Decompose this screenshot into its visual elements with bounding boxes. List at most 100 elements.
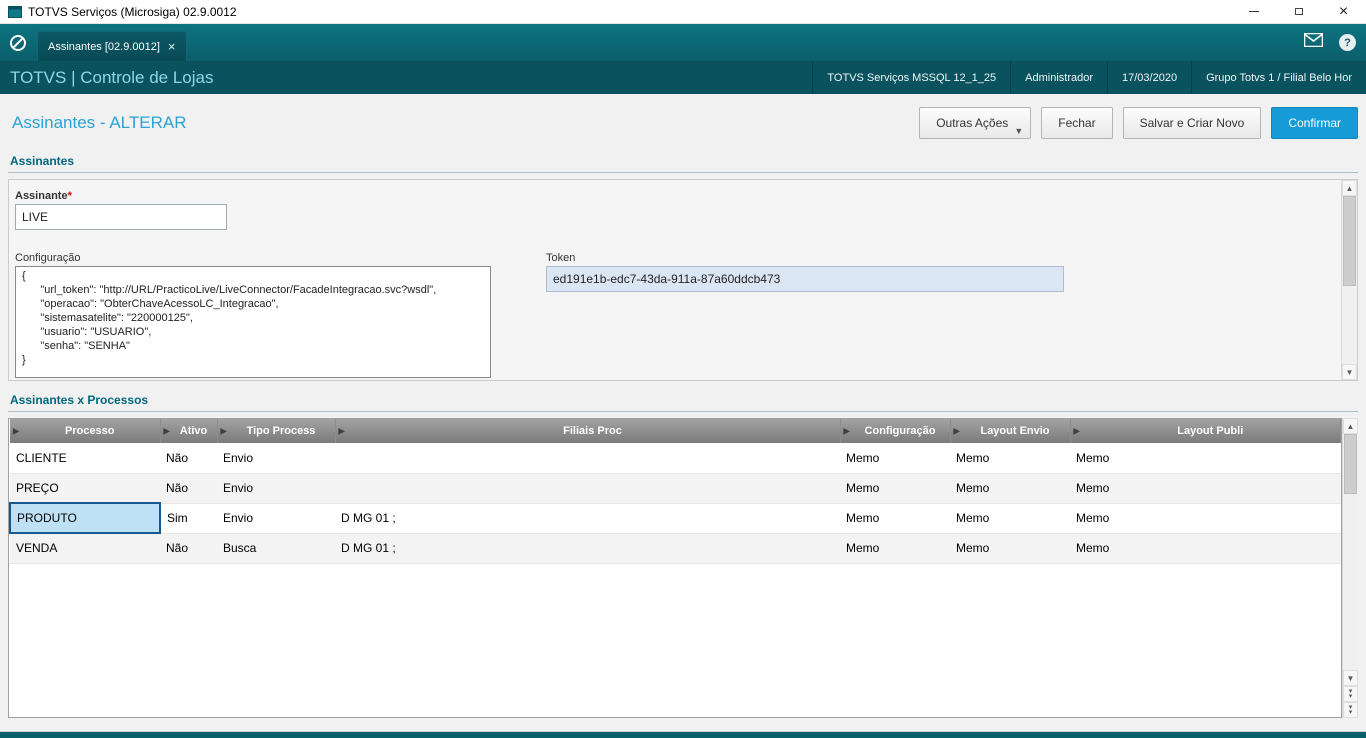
help-icon[interactable]: ? (1339, 34, 1356, 51)
close-window-button[interactable]: × (1321, 0, 1366, 23)
tab-assinantes[interactable]: Assinantes [02.9.0012] × (37, 31, 187, 61)
cell-tipo[interactable]: Envio (217, 473, 335, 504)
table-row: PRODUTO Sim Envio D MG 01 ; Memo Memo Me… (9, 502, 1341, 534)
cell-ativo[interactable]: Não (160, 533, 217, 564)
main-content: Assinantes - ALTERAR Outras Ações ▼ Fech… (0, 94, 1366, 731)
cell-layout-envio[interactable]: Memo (950, 533, 1070, 564)
configuracao-textarea[interactable]: { "url_token": "http://URL/PracticoLive/… (15, 266, 491, 378)
table-row: VENDA Não Busca D MG 01 ; Memo Memo Memo (10, 533, 1341, 564)
cell-processo[interactable]: PREÇO (10, 473, 160, 504)
column-arrow-icon: ▶ (1073, 426, 1080, 436)
scroll-track[interactable] (1342, 286, 1357, 364)
cell-configuracao[interactable]: Memo (840, 533, 950, 564)
close-button[interactable]: Fechar (1041, 107, 1113, 139)
cell-layout-envio[interactable]: Memo (950, 473, 1070, 504)
action-toolbar: Assinantes - ALTERAR Outras Ações ▼ Fech… (8, 94, 1358, 152)
column-arrow-icon: ▶ (338, 426, 345, 436)
minimize-button[interactable] (1231, 0, 1276, 23)
close-button-label: Fechar (1058, 116, 1096, 130)
token-label: Token (546, 252, 576, 264)
grid-scroll-thumb[interactable] (1344, 434, 1357, 494)
restore-button[interactable] (1276, 0, 1321, 23)
cell-configuracao[interactable]: Memo (840, 473, 950, 504)
close-icon: × (1338, 2, 1349, 20)
user-label: Administrador (1010, 61, 1107, 94)
grid-header-row: ▶ Processo ▶ Ativo ▶ Tipo Process ▶ Filiais … (10, 419, 1341, 443)
column-arrow-icon: ▶ (163, 426, 170, 436)
table-row: PREÇO Não Envio Memo Memo Memo (10, 473, 1341, 504)
mail-icon[interactable] (1303, 32, 1324, 52)
confirm-button[interactable]: Confirmar (1271, 107, 1358, 139)
grid-scroll-page-down-icon[interactable]: ▾ ▾ (1343, 686, 1358, 702)
branch-label: Grupo Totvs 1 / Filial Belo Hor (1191, 61, 1366, 94)
section-title-assinantes-processos: Assinantes x Processos (8, 391, 1358, 412)
section-title-assinantes: Assinantes (8, 152, 1358, 173)
grid-scroll-track[interactable] (1343, 494, 1358, 670)
totvs-logo-icon (9, 34, 27, 52)
assinante-input[interactable] (15, 204, 227, 230)
environment-label: TOTVS Serviços MSSQL 12_1_25 (812, 61, 1010, 94)
cell-ativo[interactable]: Não (160, 443, 217, 474)
configuracao-label: Configuração (15, 252, 81, 264)
date-label: 17/03/2020 (1107, 61, 1191, 94)
grid-scroll-up-icon[interactable]: ▲ (1343, 418, 1358, 434)
tab-close-icon[interactable]: × (168, 40, 176, 53)
required-marker: * (67, 190, 72, 202)
cell-filiais[interactable] (335, 473, 840, 504)
window-title: TOTVS Serviços (Microsiga) 02.9.0012 (28, 4, 237, 19)
cell-filiais[interactable] (335, 443, 840, 474)
grid-scrollbar[interactable]: ▲ ▼ ▾ ▾ ▾ ▾ (1342, 418, 1358, 718)
tab-label: Assinantes [02.9.0012] (48, 40, 160, 53)
cell-tipo[interactable]: Envio (217, 503, 335, 534)
cell-ativo[interactable]: Não (160, 473, 217, 504)
chevron-down-icon: ▼ (1014, 126, 1024, 136)
save-and-create-new-button[interactable]: Salvar e Criar Novo (1122, 107, 1262, 139)
column-header-layout-envio[interactable]: ▶ Layout Envio (950, 419, 1071, 443)
cell-processo[interactable]: CLIENTE (10, 443, 160, 474)
cell-ativo[interactable]: Sim (160, 503, 217, 534)
other-actions-label: Outras Ações (936, 116, 1009, 130)
cell-configuracao[interactable]: Memo (840, 503, 950, 534)
cell-tipo[interactable]: Envio (217, 443, 335, 474)
grid-scroll-down-icon[interactable]: ▼ (1343, 670, 1358, 686)
token-input[interactable] (546, 266, 1064, 292)
form-panel: Assinante* Configuração { "url_token": "… (8, 179, 1358, 381)
table-row: CLIENTE Não Envio Memo Memo Memo (10, 443, 1341, 474)
column-header-layout-publi[interactable]: ▶ Layout Publi (1070, 419, 1341, 443)
column-header-filiais-proc[interactable]: ▶ Filiais Proc (335, 419, 841, 443)
other-actions-button[interactable]: Outras Ações ▼ (919, 107, 1032, 139)
scroll-thumb[interactable] (1343, 196, 1356, 286)
app-window: TOTVS Serviços (Microsiga) 02.9.0012 × A… (0, 0, 1366, 738)
minimize-icon (1248, 11, 1259, 12)
column-header-tipo-process[interactable]: ▶ Tipo Process (217, 419, 336, 443)
form-scrollbar[interactable]: ▲ ▼ (1341, 180, 1357, 380)
cell-tipo[interactable]: Busca (217, 533, 335, 564)
brand-title: TOTVS | Controle de Lojas (10, 67, 214, 87)
column-arrow-icon: ▶ (220, 426, 227, 436)
cell-layout-publi[interactable]: Memo (1070, 443, 1341, 474)
cell-configuracao[interactable]: Memo (840, 443, 950, 474)
cell-layout-publi[interactable]: Memo (1070, 503, 1341, 534)
form-fields: Assinante* Configuração { "url_token": "… (9, 180, 1341, 380)
column-arrow-icon: ▶ (13, 426, 20, 436)
cell-filiais[interactable]: D MG 01 ; (335, 533, 840, 564)
assinante-label: Assinante* (15, 190, 72, 202)
scroll-down-icon[interactable]: ▼ (1342, 364, 1357, 380)
cell-processo-selected[interactable]: PRODUTO (9, 502, 161, 534)
column-header-processo[interactable]: ▶ Processo (10, 419, 161, 443)
scroll-up-icon[interactable]: ▲ (1342, 180, 1357, 196)
cell-filiais[interactable]: D MG 01 ; (335, 503, 840, 534)
cell-processo[interactable]: VENDA (10, 533, 160, 564)
column-header-ativo[interactable]: ▶ Ativo (160, 419, 218, 443)
cell-layout-envio[interactable]: Memo (950, 503, 1070, 534)
tab-bar: Assinantes [02.9.0012] × ? (0, 24, 1366, 61)
app-header: TOTVS | Controle de Lojas TOTVS Serviços… (0, 61, 1366, 94)
grid-scroll-last-icon[interactable]: ▾ ▾ (1343, 702, 1358, 718)
cell-layout-publi[interactable]: Memo (1070, 473, 1341, 504)
cell-layout-envio[interactable]: Memo (950, 443, 1070, 474)
column-header-configuracao[interactable]: ▶ Configuração (840, 419, 951, 443)
confirm-label: Confirmar (1288, 116, 1341, 130)
restore-icon (1294, 5, 1308, 15)
save-new-label: Salvar e Criar Novo (1139, 116, 1245, 130)
cell-layout-publi[interactable]: Memo (1070, 533, 1341, 564)
